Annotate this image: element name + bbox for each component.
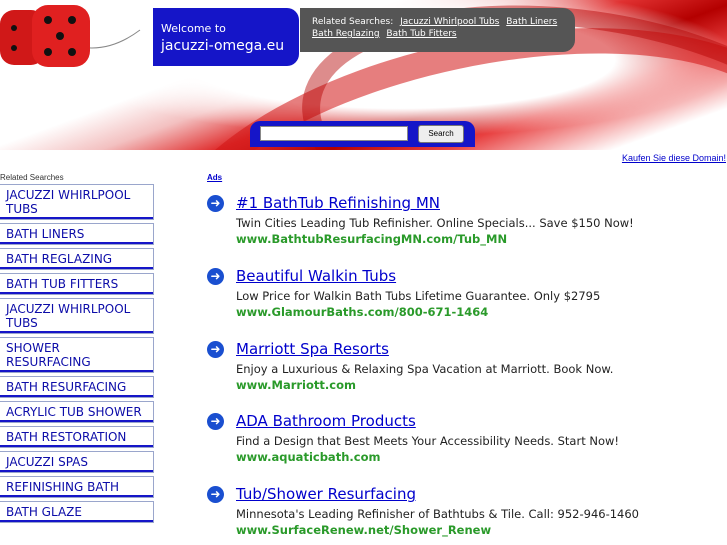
ad-title-link[interactable]: Beautiful Walkin Tubs	[236, 267, 396, 285]
sidebar-item-bath-liners[interactable]: BATH LINERS	[0, 223, 154, 245]
related-link-jacuzzi-whirlpool-tubs[interactable]: Jacuzzi Whirlpool Tubs	[400, 17, 499, 27]
sidebar-item-bath-glaze[interactable]: BATH GLAZE	[0, 501, 154, 523]
related-link-bath-tub-fitters[interactable]: Bath Tub Fitters	[386, 29, 456, 39]
ad-url-link[interactable]: www.Marriott.com	[236, 378, 356, 392]
ad-description: Twin Cities Leading Tub Refinisher. Onli…	[236, 216, 634, 230]
related-link-bath-reglazing[interactable]: Bath Reglazing	[312, 29, 380, 39]
search-bar: Search	[250, 121, 475, 147]
welcome-box: Welcome to jacuzzi-omega.eu	[153, 8, 299, 66]
related-link-bath-liners[interactable]: Bath Liners	[506, 17, 557, 27]
arrow-circle-icon[interactable]: ➜	[207, 268, 224, 285]
ad-description: Low Price for Walkin Bath Tubs Lifetime …	[236, 289, 601, 303]
ad-description: Find a Design that Best Meets Your Acces…	[236, 434, 620, 448]
welcome-label: Welcome to	[161, 22, 226, 35]
arrow-circle-icon[interactable]: ➜	[207, 195, 224, 212]
buy-domain-link[interactable]: Kaufen Sie diese Domain!	[622, 153, 726, 163]
related-searches-top: Related Searches: Jacuzzi Whirlpool Tubs…	[300, 8, 575, 52]
ad-title-link[interactable]: ADA Bathroom Products	[236, 412, 416, 430]
sidebar-item-bath-tub-fitters[interactable]: BATH TUB FITTERS	[0, 273, 154, 295]
sidebar-item-jacuzzi-whirlpool-tubs-2[interactable]: JACUZZI WHIRLPOOL TUBS	[0, 298, 154, 334]
sidebar-item-jacuzzi-spas[interactable]: JACUZZI SPAS	[0, 451, 154, 473]
fuzzy-dice-image	[0, 5, 141, 67]
arrow-circle-icon[interactable]: ➜	[207, 341, 224, 358]
search-input[interactable]	[260, 126, 408, 141]
ad-url-link[interactable]: www.aquaticbath.com	[236, 450, 380, 464]
sidebar-item-refinishing-bath[interactable]: REFINISHING BATH	[0, 476, 154, 498]
sidebar-heading: Related Searches	[0, 173, 64, 182]
ad-title-link[interactable]: Tub/Shower Resurfacing	[236, 485, 416, 503]
ad-title-link[interactable]: #1 BathTub Refinishing MN	[236, 194, 440, 212]
ad-url-link[interactable]: www.BathtubResurfacingMN.com/Tub_MN	[236, 232, 507, 246]
ad-title-link[interactable]: Marriott Spa Resorts	[236, 340, 389, 358]
ad-description: Enjoy a Luxurious & Relaxing Spa Vacatio…	[236, 362, 614, 376]
sidebar-item-bath-reglazing[interactable]: BATH REGLAZING	[0, 248, 154, 270]
ad-url-link[interactable]: www.GlamourBaths.com/800-671-1464	[236, 305, 488, 319]
ad-description: Minnesota's Leading Refinisher of Bathtu…	[236, 507, 639, 521]
sidebar-item-acrylic-tub-shower[interactable]: ACRYLIC TUB SHOWER	[0, 401, 154, 423]
sidebar: JACUZZI WHIRLPOOL TUBS BATH LINERS BATH …	[0, 184, 154, 526]
header-banner: Welcome to jacuzzi-omega.eu Related Sear…	[0, 0, 727, 150]
arrow-circle-icon[interactable]: ➜	[207, 413, 224, 430]
search-button[interactable]: Search	[418, 125, 464, 143]
sidebar-item-bath-restoration[interactable]: BATH RESTORATION	[0, 426, 154, 448]
related-searches-label: Related Searches:	[312, 17, 394, 27]
domain-name: jacuzzi-omega.eu	[161, 38, 285, 54]
sidebar-item-jacuzzi-whirlpool-tubs[interactable]: JACUZZI WHIRLPOOL TUBS	[0, 184, 154, 220]
ad-url-link[interactable]: www.SurfaceRenew.net/Shower_Renew	[236, 523, 491, 537]
arrow-circle-icon[interactable]: ➜	[207, 486, 224, 503]
sidebar-item-bath-resurfacing[interactable]: BATH RESURFACING	[0, 376, 154, 398]
ads-label[interactable]: Ads	[207, 173, 222, 182]
sidebar-item-shower-resurfacing[interactable]: SHOWER RESURFACING	[0, 337, 154, 373]
